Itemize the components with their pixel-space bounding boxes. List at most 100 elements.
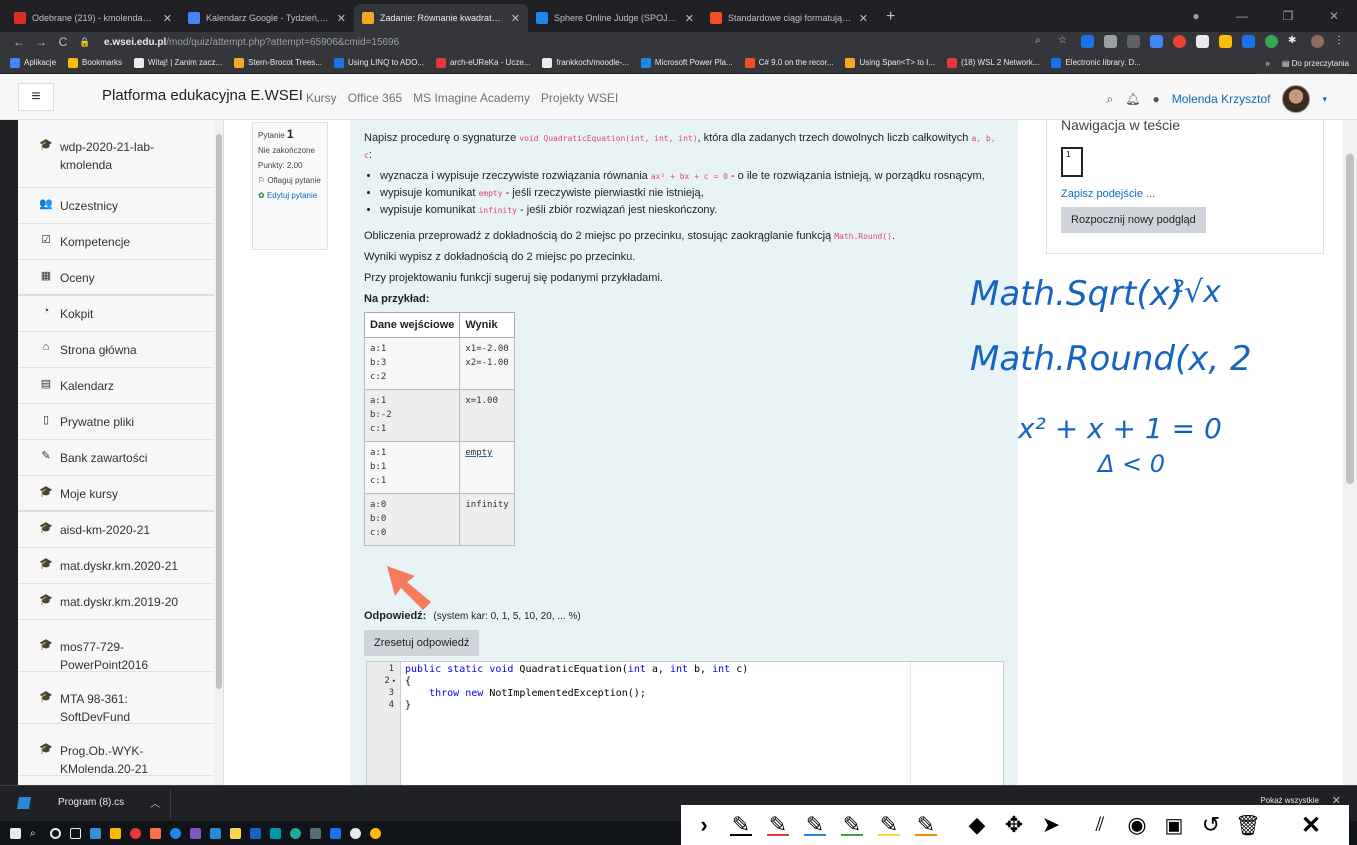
bookmark-item[interactable]: frankkoch/moodle-... — [542, 57, 629, 68]
sidebar-item[interactable]: 🎓 mos77-729-PowerPoint2016 — [18, 620, 214, 672]
pen-icon[interactable]: ✎ — [839, 811, 865, 839]
start-preview-button[interactable]: Rozpocznij nowy podgląd — [1061, 207, 1206, 233]
close-tab-icon[interactable]: ✕ — [163, 12, 172, 25]
flag-question-link[interactable]: ⚐ Oflaguj pytanie — [258, 174, 322, 187]
top-nav-link[interactable]: Office 365 — [348, 91, 402, 105]
avatar[interactable] — [1282, 85, 1311, 113]
edit-question-link[interactable]: ✿ Edytuj pytanie — [258, 189, 322, 202]
camera-icon[interactable]: ▣ — [1161, 811, 1187, 839]
page-scroll-thumb[interactable] — [1346, 154, 1354, 484]
sidebar-item[interactable]: 🎓 Prog.Ob.-WYK-KMolenda.20-21 — [18, 724, 214, 776]
question-nav-button[interactable]: 1 — [1061, 147, 1083, 177]
chat-icon[interactable]: ● — [1153, 92, 1160, 106]
bookmark-item[interactable]: Electronic library. D... — [1051, 57, 1141, 68]
chevron-up-icon[interactable]: ︿ — [150, 795, 160, 810]
move-icon[interactable]: ✥ — [1001, 811, 1027, 839]
maximize-button[interactable]: ❐ — [1265, 9, 1311, 23]
reload-icon[interactable]: C — [54, 35, 72, 49]
new-tab-button[interactable]: + — [876, 8, 905, 32]
pen-icon[interactable]: ✎ — [765, 811, 791, 839]
lock-icon[interactable]: 🔒 — [76, 37, 94, 48]
undo-icon[interactable]: ↺ — [1198, 811, 1224, 839]
close-toolbar-icon[interactable]: ✕ — [1298, 811, 1324, 839]
profile-icon[interactable]: ● — [1173, 9, 1219, 23]
app-icon[interactable] — [290, 827, 301, 839]
app-icon[interactable] — [310, 827, 321, 839]
sidebar-item[interactable]: ⌂ Strona główna — [18, 332, 214, 368]
extension-icon[interactable] — [1150, 35, 1163, 48]
finish-attempt-link[interactable]: Zapisz podejście ... — [1061, 188, 1155, 200]
extension-icon[interactable] — [1081, 35, 1094, 48]
sidebar-item[interactable]: 🎓 mat.dyskr.km.2020-21 — [18, 548, 214, 584]
sidebar-item[interactable]: ◔ Kokpit — [18, 296, 214, 332]
page-scrollbar[interactable] — [1343, 120, 1357, 785]
eraser-icon[interactable]: ◆ — [964, 811, 990, 839]
sidebar-item[interactable]: 🎓 mat.dyskr.km.2019-20 — [18, 584, 214, 620]
bookmark-item[interactable]: arch-eUReKa - Ucze... — [435, 57, 530, 68]
pen-icon[interactable]: ✎ — [876, 811, 902, 839]
code-line[interactable]: public static void QuadraticEquation(int… — [405, 664, 748, 675]
bookmark-item[interactable]: Bookmarks — [68, 57, 122, 68]
clear-lines-icon[interactable]: ⫽ — [1087, 811, 1113, 839]
forward-icon[interactable]: → — [32, 35, 50, 49]
sidebar-item[interactable]: ▯ Prywatne pliki — [18, 404, 214, 440]
browser-tab[interactable]: Zadanie: Równanie kwadratowe ✕ — [354, 4, 528, 32]
browser-tab[interactable]: Standardowe ciągi formatujące li ✕ — [702, 4, 876, 32]
back-icon[interactable]: ← — [10, 35, 28, 49]
drawer-toggle-button[interactable]: ≡ — [18, 83, 54, 111]
search-icon[interactable]: ⌕ — [30, 828, 41, 839]
sidebar-scrollbar[interactable] — [214, 120, 223, 785]
extension-icon[interactable] — [1127, 35, 1140, 48]
pen-icon[interactable]: ✎ — [728, 811, 754, 839]
sidebar-item[interactable]: ▦ Oceny — [18, 260, 214, 296]
app-icon[interactable] — [270, 827, 281, 839]
user-name[interactable]: Molenda Krzysztof — [1172, 92, 1271, 106]
app-icon[interactable] — [170, 827, 181, 839]
bell-icon[interactable]: 🔔︎ — [1125, 92, 1140, 106]
extension-icon[interactable] — [1104, 35, 1117, 48]
pen-icon[interactable]: ✎ — [913, 811, 939, 839]
code-line[interactable]: } — [405, 700, 411, 711]
top-nav-link[interactable]: Kursy — [306, 91, 337, 105]
sidebar-item[interactable]: 🎓 Moje kursy — [18, 476, 214, 512]
app-icon[interactable] — [150, 827, 161, 839]
code-line[interactable]: throw new NotImplementedException(); — [405, 688, 646, 699]
sidebar-item[interactable]: 👥 Uczestnicy — [18, 188, 214, 224]
bookmark-item[interactable]: Witaj! | Zanim zacz... — [134, 57, 222, 68]
url-field[interactable]: e.wsei.edu.pl/mod/quiz/attempt.php?attem… — [104, 37, 399, 48]
bookmark-item[interactable]: Aplikacje — [10, 57, 56, 68]
download-item[interactable]: Program (8).cs ︿ — [16, 795, 160, 810]
sidebar-scroll-thumb[interactable] — [216, 134, 222, 689]
app-icon[interactable] — [130, 827, 141, 839]
minimize-button[interactable]: — — [1219, 9, 1265, 23]
reading-list-button[interactable]: ▤ Do przeczytania — [1282, 59, 1349, 68]
extension-icon[interactable] — [1242, 35, 1255, 48]
show-all-downloads-button[interactable]: Pokaż wszystkie — [1260, 796, 1319, 805]
top-nav-link[interactable]: Projekty WSEI — [541, 91, 618, 105]
app-icon[interactable] — [230, 827, 241, 839]
close-tab-icon[interactable]: ✕ — [859, 12, 868, 25]
browser-tab[interactable]: Kalendarz Google - Tydzień, w k ✕ — [180, 4, 354, 32]
app-icon[interactable] — [330, 827, 341, 839]
eye-icon[interactable]: ◉ — [1124, 811, 1150, 839]
close-window-button[interactable]: ✕ — [1311, 9, 1357, 23]
app-icon[interactable] — [190, 827, 201, 839]
menu-dots-icon[interactable]: ⋮ — [1334, 35, 1347, 48]
bookmarks-overflow[interactable]: » — [1265, 59, 1269, 68]
app-icon[interactable] — [90, 827, 101, 839]
extensions-puzzle-icon[interactable]: ✱ — [1288, 35, 1301, 48]
fold-caret-icon[interactable]: ▾ — [392, 677, 396, 685]
task-view-icon[interactable] — [70, 827, 81, 839]
collapse-toolbar-icon[interactable]: › — [691, 811, 717, 839]
sidebar-item[interactable]: ✎ Bank zawartości — [18, 440, 214, 476]
site-brand[interactable]: Platforma edukacyjna E.WSEI — [102, 87, 303, 104]
close-tab-icon[interactable]: ✕ — [511, 12, 520, 25]
app-icon[interactable] — [210, 827, 221, 839]
sidebar-item[interactable]: 🎓 wdp-2020-21-lab-kmolenda — [18, 120, 214, 188]
cortana-icon[interactable] — [50, 827, 61, 839]
zoom-icon[interactable]: ⌕ — [1035, 35, 1048, 48]
bookmark-item[interactable]: Stern-Brocot Trees... — [234, 57, 322, 68]
app-icon[interactable] — [350, 827, 361, 839]
browser-tab[interactable]: Odebrane (219) - kmolenda@gm ✕ — [6, 4, 180, 32]
user-menu-caret-icon[interactable]: ▾ — [1322, 94, 1327, 105]
